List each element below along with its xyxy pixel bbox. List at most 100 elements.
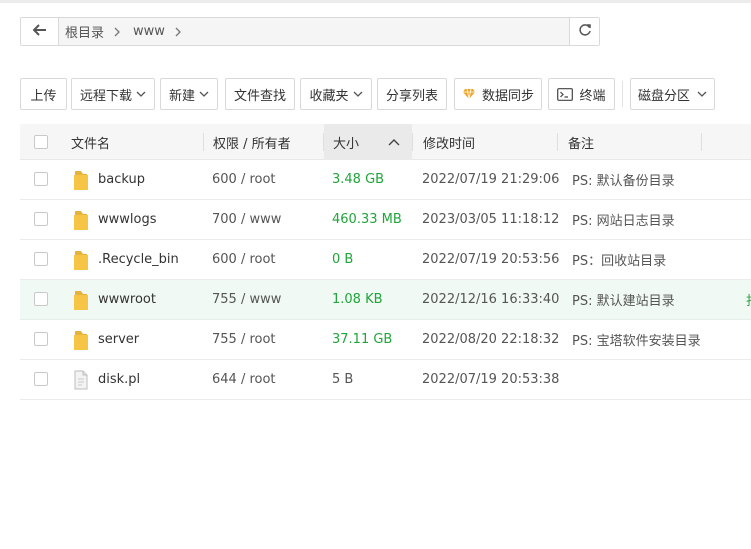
remark-cell[interactable]: PS: 默认建站目录 (572, 280, 675, 319)
breadcrumb-root[interactable]: 根目录 (65, 22, 104, 41)
file-name[interactable]: wwwlogs (98, 212, 157, 227)
size-cell[interactable]: 0 B (332, 240, 353, 279)
header-size-label: 大小 (333, 136, 360, 152)
modified-cell: 2023/03/05 11:18:12 (422, 212, 560, 227)
name-cell: server (72, 320, 139, 359)
folder-icon (72, 249, 90, 271)
size-cell: 5 B (332, 372, 354, 387)
row-checkbox[interactable] (34, 212, 48, 226)
size-cell[interactable]: 37.11 GB (332, 320, 392, 359)
chevron-right-icon (114, 27, 121, 37)
remark-cell[interactable]: PS：回收站目录 (572, 240, 666, 279)
data-sync-button[interactable]: 数据同步 (454, 78, 542, 110)
permission-cell[interactable]: 700 / www (212, 200, 281, 239)
arrow-left-icon (32, 23, 47, 40)
header-divider (323, 133, 324, 151)
header-divider (203, 133, 204, 151)
file-icon (72, 369, 90, 391)
file-search-label: 文件查找 (233, 88, 286, 104)
upload-button[interactable]: 上传 (20, 78, 67, 110)
file-name[interactable]: server (98, 332, 139, 347)
disk-partition-button[interactable]: 磁盘分区 (630, 78, 715, 110)
new-label: 新建 (168, 88, 195, 104)
folder-icon (72, 289, 90, 311)
file-name[interactable]: backup (98, 172, 145, 187)
remote-download-button[interactable]: 远程下载 (71, 78, 155, 110)
file-name[interactable]: .Recycle_bin (98, 252, 179, 267)
remark-cell[interactable]: PS: 网站日志目录 (572, 200, 675, 239)
row-checkbox[interactable] (34, 252, 48, 266)
chevron-down-icon (697, 91, 707, 97)
size-cell[interactable]: 460.33 MB (332, 200, 402, 239)
row-checkbox[interactable] (34, 372, 48, 386)
header-permission[interactable]: 权限 / 所有者 (213, 124, 291, 160)
file-name[interactable]: wwwroot (98, 292, 156, 307)
refresh-button[interactable] (569, 18, 599, 45)
table-row[interactable]: backup 600 / root 3.48 GB 2022/07/19 21:… (20, 160, 751, 200)
chevron-down-icon (199, 91, 209, 97)
terminal-icon (557, 87, 574, 101)
disk-partition-label: 磁盘分区 (637, 88, 690, 104)
permission-cell[interactable]: 600 / root (212, 160, 276, 199)
file-search-button[interactable]: 文件查找 (225, 78, 295, 110)
share-list-label: 分享列表 (385, 88, 438, 104)
permission-cell[interactable]: 644 / root (212, 360, 276, 399)
chevron-down-icon (136, 91, 146, 97)
header-modified[interactable]: 修改时间 (423, 124, 475, 160)
file-name[interactable]: disk.pl (98, 372, 140, 387)
select-all-checkbox[interactable] (34, 135, 48, 149)
favorites-label: 收藏夹 (309, 88, 349, 104)
breadcrumb-www[interactable]: www (133, 24, 165, 39)
upload-label: 上传 (30, 88, 57, 104)
table-row[interactable]: wwwlogs 700 / www 460.33 MB 2023/03/05 1… (20, 200, 751, 240)
folder-icon (72, 329, 90, 351)
data-sync-label: 数据同步 (481, 88, 534, 104)
size-cell[interactable]: 3.48 GB (332, 160, 384, 199)
modified-cell: 2022/07/19 20:53:56 (422, 252, 560, 267)
header-remark: 备注 (568, 136, 595, 152)
header-divider (557, 133, 558, 151)
modified-cell: 2022/12/16 16:33:40 (422, 292, 560, 307)
header-divider (412, 133, 413, 151)
file-table: 文件名 权限 / 所有者 大小 修改时间 备注 backup 600 / roo… (20, 124, 751, 400)
path-bar: 根目录 www (20, 17, 600, 46)
table-row[interactable]: disk.pl 644 / root 5 B 2022/07/19 20:53:… (20, 360, 751, 400)
table-row[interactable]: wwwroot 755 / www 1.08 KB 2022/12/16 16:… (20, 280, 751, 320)
name-cell: wwwlogs (72, 200, 157, 239)
permission-cell[interactable]: 755 / www (212, 280, 281, 319)
remark-cell[interactable]: PS: 宝塔软件安装目录 (572, 320, 701, 359)
row-checkbox[interactable] (34, 332, 48, 346)
row-checkbox[interactable] (34, 172, 48, 186)
name-cell: wwwroot (72, 280, 156, 319)
table-header: 文件名 权限 / 所有者 大小 修改时间 备注 (20, 124, 751, 160)
permission-cell[interactable]: 600 / root (212, 240, 276, 279)
header-divider (701, 133, 702, 151)
back-button[interactable] (21, 18, 59, 45)
header-name[interactable]: 文件名 (71, 124, 110, 160)
table-row[interactable]: .Recycle_bin 600 / root 0 B 2022/07/19 2… (20, 240, 751, 280)
terminal-label: 终端 (579, 88, 606, 104)
toolbar-divider (622, 81, 623, 107)
row-action-link[interactable]: 打 (746, 280, 751, 319)
gem-icon (462, 88, 476, 100)
modified-cell: 2022/07/19 21:29:06 (422, 172, 560, 187)
top-divider (0, 0, 751, 3)
name-cell: backup (72, 160, 145, 199)
chevron-down-icon (353, 91, 363, 97)
chevron-right-icon (175, 27, 182, 37)
share-list-button[interactable]: 分享列表 (377, 78, 447, 110)
remark-cell[interactable]: PS: 默认备份目录 (572, 160, 675, 199)
breadcrumb: 根目录 www (65, 18, 194, 45)
favorites-button[interactable]: 收藏夹 (300, 78, 372, 110)
folder-icon (72, 209, 90, 231)
row-checkbox[interactable] (34, 292, 48, 306)
terminal-button[interactable]: 终端 (548, 78, 615, 110)
modified-cell: 2022/07/19 20:53:38 (422, 372, 560, 387)
table-row[interactable]: server 755 / root 37.11 GB 2022/08/20 22… (20, 320, 751, 360)
chevron-up-icon (388, 124, 400, 160)
header-size[interactable]: 大小 (333, 124, 359, 160)
new-button[interactable]: 新建 (160, 78, 218, 110)
permission-cell[interactable]: 755 / root (212, 320, 276, 359)
refresh-icon (578, 23, 592, 41)
size-cell[interactable]: 1.08 KB (332, 280, 383, 319)
